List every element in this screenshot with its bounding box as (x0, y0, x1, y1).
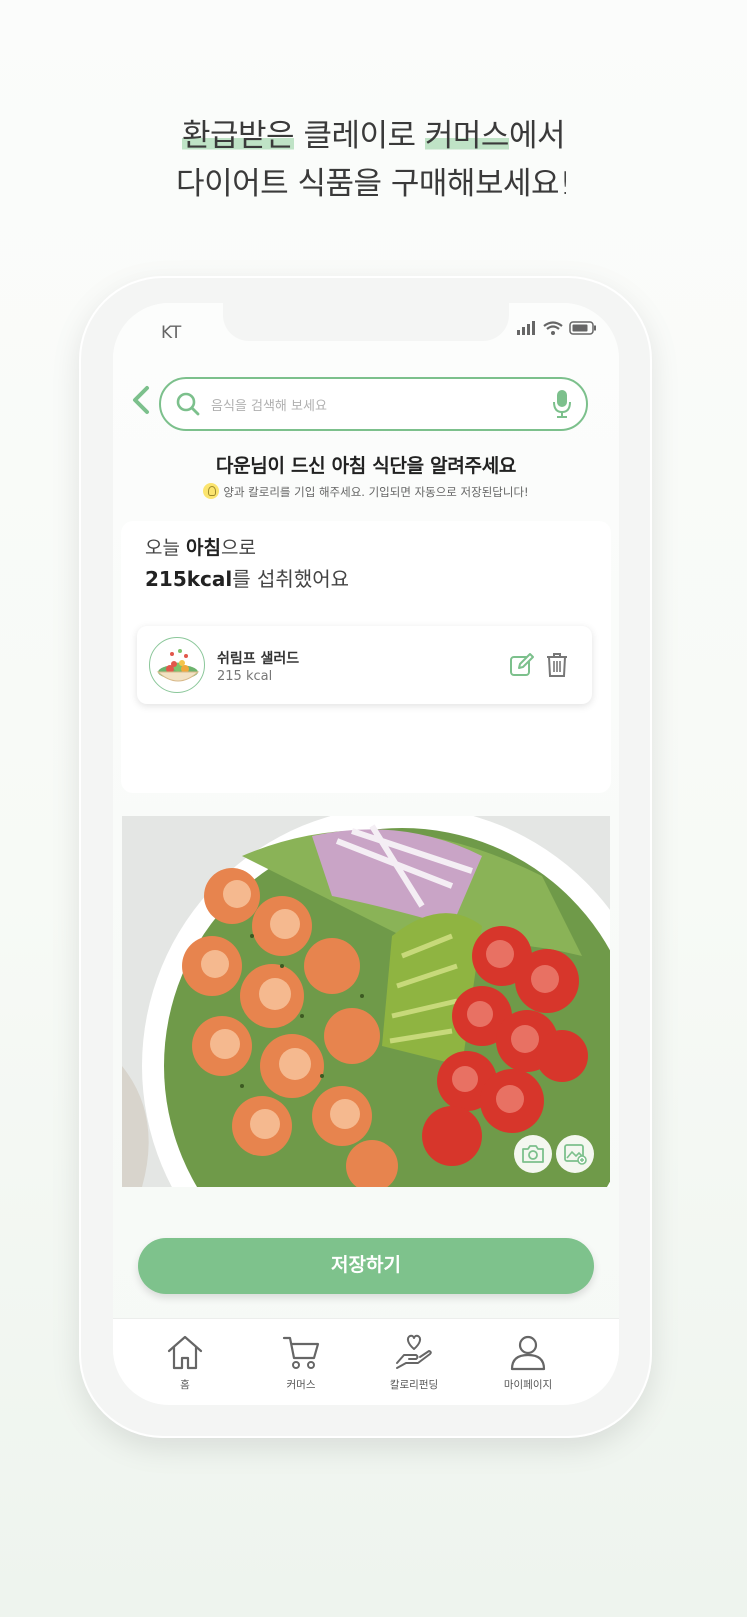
microphone-icon[interactable] (552, 389, 572, 419)
tab-home-label: 홈 (180, 1379, 190, 1391)
search-placeholder: 음식을 검색해 보세요 (211, 399, 327, 414)
bottom-tab-bar: 홈 커머스 칼로리펀딩 마이페이지 (113, 1318, 619, 1405)
food-list-item[interactable]: 쉬림프 샐러드 215 kcal (137, 626, 592, 704)
summary-meal-suffix: 으로 (220, 537, 256, 559)
food-kcal: 215 kcal (217, 669, 273, 684)
headline-highlight-refund: 환급받은 (182, 118, 295, 154)
camera-icon (522, 1145, 544, 1163)
tab-home[interactable]: 홈 (135, 1333, 235, 1392)
status-icons (517, 321, 597, 335)
tab-commerce-label: 커머스 (286, 1379, 316, 1391)
summary-kcal-suffix: 를 섭취했어요 (232, 567, 350, 591)
meal-summary-line-2: 215kcal를 섭취했어요 (145, 563, 349, 592)
salad-thumbnail (149, 637, 205, 693)
meal-summary-line-1: 오늘 아침으로 (145, 533, 256, 560)
tab-commerce[interactable]: 커머스 (251, 1333, 351, 1392)
summary-meal: 아침 (186, 537, 221, 559)
phone-notch (223, 303, 509, 341)
back-chevron-icon[interactable] (129, 385, 155, 415)
tab-calorie-funding-label: 칼로리펀딩 (389, 1379, 439, 1391)
person-icon (510, 1335, 546, 1371)
headline-line-1: 환급받은 클레이로 커머스에서 (0, 112, 747, 160)
wifi-icon (543, 321, 563, 335)
carrier-label: KT (161, 323, 182, 343)
headline-highlight-commerce: 커머스 (424, 118, 509, 154)
meal-prompt-subtitle: 양과 칼로리를 기입 해주세요. 기입되면 자동으로 저장된답니다! (113, 483, 619, 500)
promo-headline: 환급받은 클레이로 커머스에서 다이어트 식품을 구매해보세요! (0, 112, 747, 208)
save-button[interactable]: 저장하기 (138, 1238, 594, 1294)
meal-prompt-subtitle-text: 양과 칼로리를 기입 해주세요. 기입되면 자동으로 저장된답니다! (223, 485, 529, 499)
heart-hand-icon (396, 1334, 432, 1369)
signal-icon (517, 321, 535, 335)
lightbulb-icon (203, 483, 220, 499)
trash-icon[interactable] (545, 652, 569, 678)
meal-prompt-title: 다운님이 드신 아침 식단을 알려주세요 (215, 455, 517, 477)
headline-text: 클레이로 (294, 118, 425, 154)
salad-bowl-icon (156, 649, 200, 682)
edit-icon[interactable] (509, 652, 535, 678)
summary-today: 오늘 (145, 537, 186, 559)
tab-calorie-funding[interactable]: 칼로리펀딩 (364, 1333, 464, 1392)
tab-my-page[interactable]: 마이페이지 (478, 1333, 578, 1392)
phone-screen: KT 음식을 검색해 보세요 다운님이 드신 아침 식단을 알려주세요 양과 칼… (113, 303, 619, 1405)
headline-text-end: 에서 (508, 118, 566, 154)
home-icon (167, 1335, 203, 1370)
cart-icon (282, 1336, 320, 1369)
shrimp-salad-image (122, 816, 610, 1187)
gallery-icon (564, 1144, 587, 1165)
gallery-button[interactable] (556, 1135, 594, 1173)
summary-kcal: 215kcal (145, 567, 233, 591)
search-icon (176, 392, 200, 416)
camera-button[interactable] (514, 1135, 552, 1173)
tab-my-page-label: 마이페이지 (503, 1379, 553, 1391)
headline-line-2: 다이어트 식품을 구매해보세요! (176, 166, 571, 202)
battery-icon (569, 321, 596, 335)
search-bar[interactable]: 음식을 검색해 보세요 (159, 377, 588, 431)
food-name: 쉬림프 샐러드 (217, 651, 300, 667)
meal-photo (122, 816, 610, 1187)
